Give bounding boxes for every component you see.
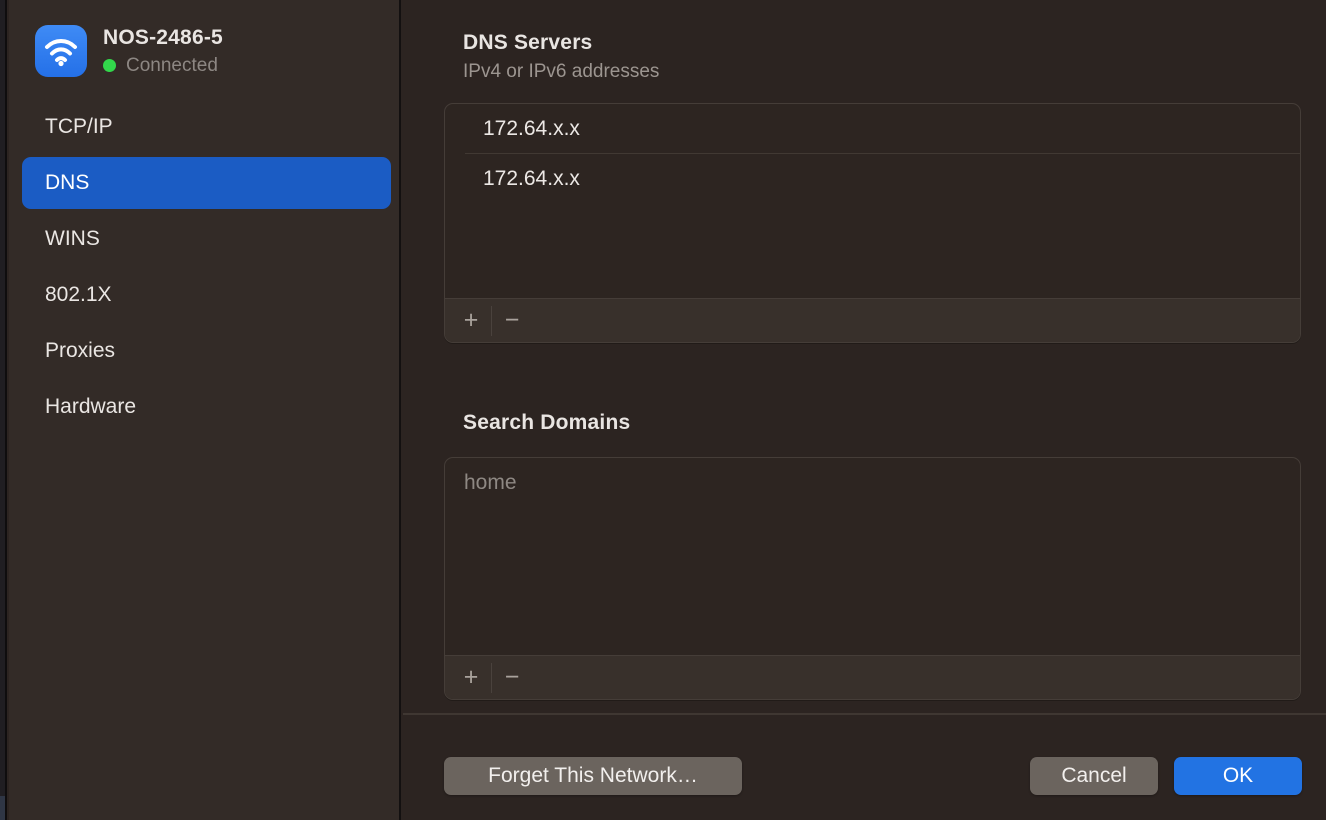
- settings-nav: TCP/IP DNS WINS 802.1X Proxies Hardware: [22, 101, 391, 437]
- sidebar-item-hardware[interactable]: Hardware: [22, 381, 391, 433]
- forget-network-button[interactable]: Forget This Network…: [444, 757, 742, 795]
- dns-server-entry[interactable]: 172.64.x.x: [445, 154, 1300, 203]
- search-domains-list-controls: + −: [445, 655, 1300, 699]
- ok-button[interactable]: OK: [1174, 757, 1302, 795]
- sidebar-item-dns[interactable]: DNS: [22, 157, 391, 209]
- search-domains-list: home + −: [444, 457, 1301, 700]
- sidebar-item-wins[interactable]: WINS: [22, 213, 391, 265]
- add-search-domain-button[interactable]: +: [451, 656, 491, 700]
- cancel-button[interactable]: Cancel: [1030, 757, 1158, 795]
- sidebar-item-8021x[interactable]: 802.1X: [22, 269, 391, 321]
- network-status: Connected: [103, 55, 223, 77]
- network-details-sheet: NOS-2486-5 Connected TCP/IP DNS WINS 802…: [0, 0, 1326, 820]
- sidebar-item-proxies[interactable]: Proxies: [22, 325, 391, 377]
- remove-dns-server-button[interactable]: −: [492, 299, 532, 343]
- network-meta: NOS-2486-5 Connected: [103, 26, 223, 77]
- dns-servers-title: DNS Servers: [463, 31, 592, 55]
- sidebar-item-tcpip[interactable]: TCP/IP: [22, 101, 391, 153]
- dns-servers-subtitle: IPv4 or IPv6 addresses: [463, 61, 659, 83]
- network-header: NOS-2486-5 Connected: [35, 25, 223, 77]
- wifi-icon: [35, 25, 87, 77]
- footer-divider: [403, 713, 1326, 715]
- connected-status-dot: [103, 59, 116, 72]
- search-domains-title: Search Domains: [463, 411, 630, 435]
- search-domain-entry[interactable]: home: [445, 458, 1300, 507]
- connected-status-label: Connected: [126, 55, 218, 77]
- dns-servers-list: 172.64.x.x 172.64.x.x + −: [444, 103, 1301, 343]
- dns-server-entry[interactable]: 172.64.x.x: [445, 104, 1300, 153]
- remove-search-domain-button[interactable]: −: [492, 656, 532, 700]
- underlying-window-edge: [0, 0, 7, 820]
- dns-settings-panel: DNS Servers IPv4 or IPv6 addresses 172.6…: [403, 0, 1326, 820]
- dns-servers-list-controls: + −: [445, 298, 1300, 342]
- add-dns-server-button[interactable]: +: [451, 299, 491, 343]
- sidebar: NOS-2486-5 Connected TCP/IP DNS WINS 802…: [9, 0, 401, 820]
- network-name: NOS-2486-5: [103, 26, 223, 50]
